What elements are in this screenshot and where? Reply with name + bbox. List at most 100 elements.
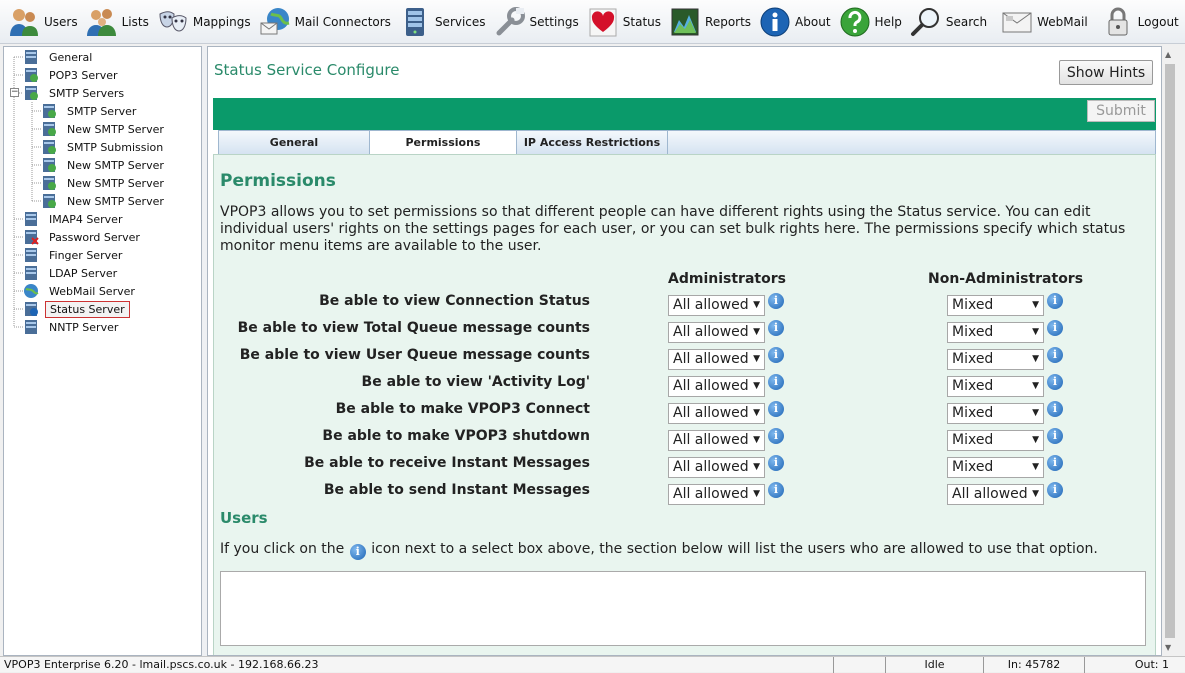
nonadmin-permission-select[interactable]: Mixed ▼ — [947, 376, 1044, 397]
toolbar-search-button[interactable]: Search — [910, 2, 987, 42]
tree-item-new-smtp-server[interactable]: New SMTP Server — [41, 156, 168, 174]
tab-general[interactable]: General — [219, 131, 370, 154]
header-bar — [213, 98, 1156, 130]
toolbar-about-label: About — [795, 14, 831, 29]
permissions-intro: VPOP3 allows you to set permissions so t… — [220, 204, 1126, 254]
nonadmin-permission-select[interactable]: Mixed ▼ — [947, 322, 1044, 343]
scroll-down-icon[interactable]: ▼ — [1165, 643, 1171, 652]
server-icon — [25, 50, 37, 64]
info-icon[interactable]: i — [1047, 401, 1063, 417]
info-icon[interactable]: i — [768, 482, 784, 498]
server-globe-icon — [43, 194, 56, 208]
toolbar-settings-button[interactable]: Settings — [494, 2, 579, 42]
tree-item-webmail-server[interactable]: WebMail Server — [23, 282, 139, 300]
tree-item-status-server[interactable]: Status Server — [23, 300, 130, 318]
tree-item-new-smtp-server[interactable]: New SMTP Server — [41, 174, 168, 192]
dropdown-arrow-icon: ▼ — [1032, 354, 1039, 364]
server-icon — [405, 7, 424, 36]
nonadmin-permission-select[interactable]: Mixed ▼ — [947, 349, 1044, 370]
info-icon[interactable]: i — [1047, 320, 1063, 336]
toolbar-mail-connectors-button[interactable]: Mail Connectors — [259, 2, 391, 42]
nonadmin-permission-select[interactable]: Mixed ▼ — [947, 403, 1044, 424]
info-icon[interactable]: i — [1047, 428, 1063, 444]
info-icon[interactable]: i — [768, 455, 784, 471]
tab-permissions[interactable]: Permissions — [370, 131, 517, 154]
info-icon[interactable]: i — [768, 428, 784, 444]
submit-button[interactable]: Submit — [1087, 100, 1155, 122]
scroll-up-icon[interactable]: ▲ — [1165, 50, 1171, 59]
server-globe-icon — [43, 122, 56, 136]
allowed-users-list[interactable] — [220, 571, 1146, 646]
toolbar-status-button[interactable]: Status — [587, 2, 661, 42]
dropdown-arrow-icon: ▼ — [753, 381, 760, 391]
toolbar-logout-button[interactable]: Logout — [1102, 2, 1179, 42]
heart-icon — [589, 8, 617, 36]
toolbar-help-button[interactable]: Help — [839, 2, 902, 42]
users-heading: Users — [220, 509, 268, 527]
toolbar-services-button[interactable]: Services — [399, 2, 486, 42]
tree-item-smtp-servers[interactable]: SMTP Servers — [23, 84, 128, 102]
permission-label: Be able to view User Queue message count… — [239, 347, 590, 363]
nonadmin-permission-select[interactable]: All allowed ▼ — [947, 484, 1044, 505]
info-icon[interactable]: i — [1047, 293, 1063, 309]
administrators-column-header: Administrators — [668, 271, 786, 287]
toolbar-search-label: Search — [945, 14, 988, 29]
tree-collapse-toggle[interactable]: − — [10, 88, 19, 97]
admin-permission-select[interactable]: All allowed ▼ — [668, 484, 765, 505]
tree-item-new-smtp-server[interactable]: New SMTP Server — [41, 192, 168, 210]
tree-item-smtp-server[interactable]: SMTP Server — [41, 102, 140, 120]
info-icon[interactable]: i — [768, 320, 784, 336]
tree-item-finger-server[interactable]: Finger Server — [23, 246, 126, 264]
nonadmin-permission-select[interactable]: Mixed ▼ — [947, 295, 1044, 316]
nonadmin-permission-select[interactable]: Mixed ▼ — [947, 430, 1044, 451]
magnifier-icon — [910, 7, 939, 36]
admin-permission-select[interactable]: All allowed ▼ — [668, 403, 765, 424]
tree-item-nntp-server[interactable]: NNTP Server — [23, 318, 122, 336]
admin-permission-select[interactable]: All allowed ▼ — [668, 295, 765, 316]
dropdown-arrow-icon: ▼ — [753, 462, 760, 472]
tab-ip-access-restrictions[interactable]: IP Access Restrictions — [517, 131, 668, 154]
info-icon[interactable]: i — [768, 401, 784, 417]
toolbar-reports-label: Reports — [705, 14, 752, 29]
permissions-panel: Permissions VPOP3 allows you to set perm… — [213, 154, 1156, 655]
info-icon[interactable]: i — [768, 347, 784, 363]
admin-permission-select[interactable]: All allowed ▼ — [668, 430, 765, 451]
toolbar-webmail-label: WebMail — [1037, 14, 1088, 29]
tree-item-imap4-server[interactable]: IMAP4 Server — [23, 210, 126, 228]
toolbar-mappings-button[interactable]: Mappings — [157, 2, 251, 42]
lists-icon — [86, 8, 116, 36]
tree-item-ldap-server[interactable]: LDAP Server — [23, 264, 121, 282]
permission-label: Be able to make VPOP3 shutdown — [322, 428, 590, 444]
wrench-icon — [496, 6, 525, 35]
nonadmin-permission-select[interactable]: Mixed ▼ — [947, 457, 1044, 478]
show-hints-button[interactable]: Show Hints — [1059, 60, 1153, 85]
info-icon[interactable]: i — [768, 374, 784, 390]
toolbar-about-button[interactable]: About — [759, 2, 831, 42]
info-icon[interactable]: i — [1047, 347, 1063, 363]
tree-item-new-smtp-server[interactable]: New SMTP Server — [41, 120, 168, 138]
admin-permission-select[interactable]: All allowed ▼ — [668, 376, 765, 397]
permission-label: Be able to view Connection Status — [319, 293, 590, 309]
toolbar-users-button[interactable]: Users — [8, 2, 78, 42]
toolbar-lists-button[interactable]: Lists — [86, 2, 149, 42]
dropdown-arrow-icon: ▼ — [753, 408, 760, 418]
tree-item-password-server[interactable]: Password Server — [23, 228, 144, 246]
admin-permission-select[interactable]: All allowed ▼ — [668, 349, 765, 370]
dropdown-arrow-icon: ▼ — [1032, 435, 1039, 445]
server-globe-icon — [25, 68, 38, 82]
chart-icon — [671, 8, 699, 35]
admin-permission-select[interactable]: All allowed ▼ — [668, 457, 765, 478]
scrollbar-thumb[interactable] — [1165, 64, 1175, 638]
toolbar-reports-button[interactable]: Reports — [669, 2, 751, 42]
tree-item-general[interactable]: General — [23, 48, 96, 66]
info-icon[interactable]: i — [1047, 482, 1063, 498]
tree-item-pop3-server[interactable]: POP3 Server — [23, 66, 122, 84]
vertical-scrollbar[interactable]: ▲ ▼ — [1162, 46, 1178, 656]
info-icon[interactable]: i — [768, 293, 784, 309]
toolbar-webmail-button[interactable]: WebMail — [1001, 2, 1088, 42]
tree-item-smtp-submission[interactable]: SMTP Submission — [41, 138, 167, 156]
status-cell-empty — [833, 657, 885, 673]
info-icon[interactable]: i — [1047, 374, 1063, 390]
info-icon[interactable]: i — [1047, 455, 1063, 471]
admin-permission-select[interactable]: All allowed ▼ — [668, 322, 765, 343]
